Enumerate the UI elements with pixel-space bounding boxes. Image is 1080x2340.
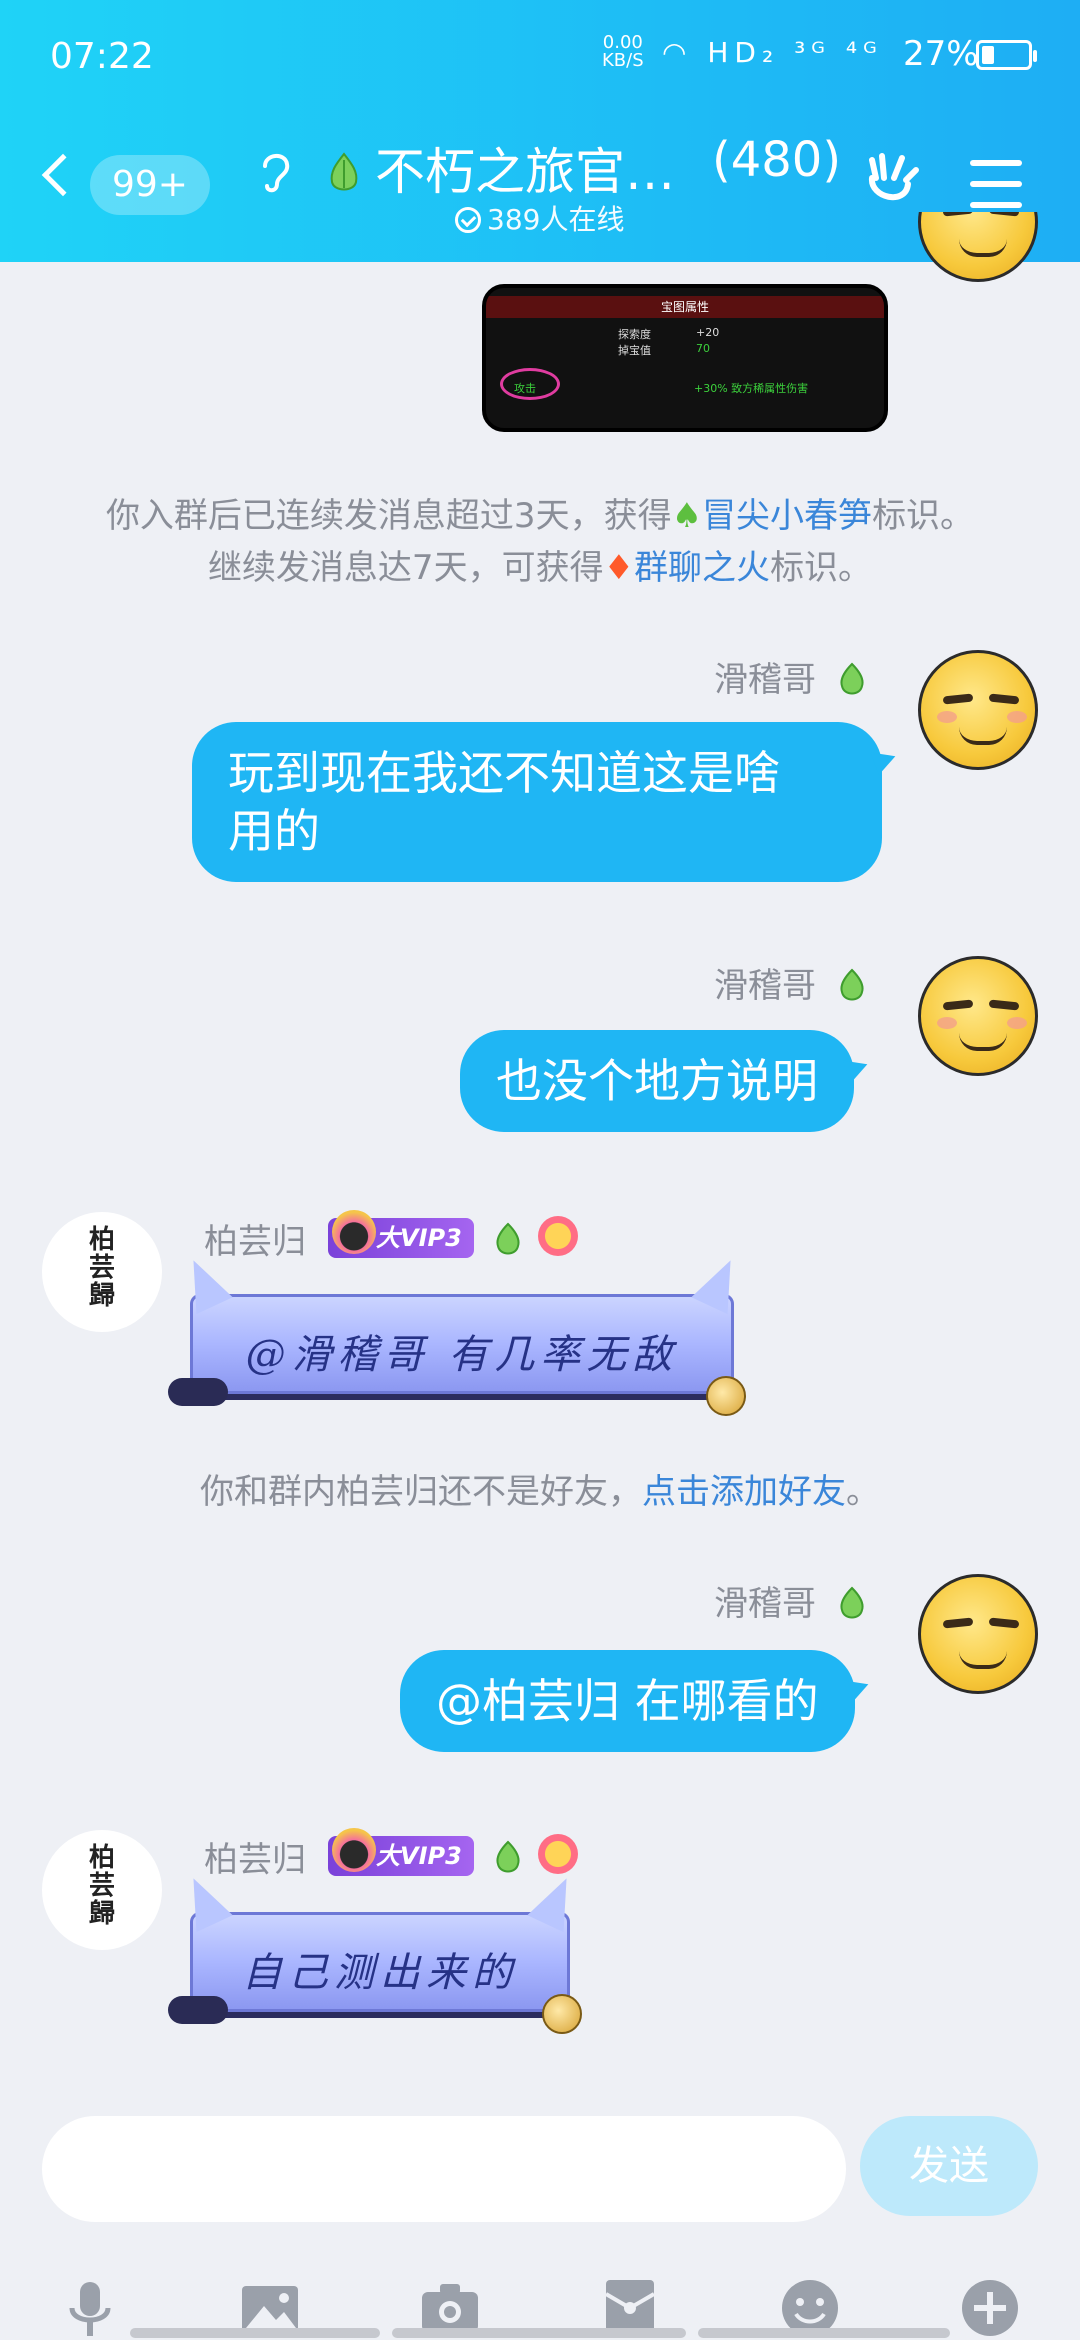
back-icon[interactable] <box>41 153 85 197</box>
image-row-value: +30% 致方稀属性伤害 <box>694 382 809 395</box>
sender-name[interactable]: 柏芸归 <box>204 1832 306 1881</box>
bell-icon <box>706 1376 746 1416</box>
nav-bar-segment <box>130 2328 380 2338</box>
online-status[interactable]: 389人在线 <box>455 198 624 238</box>
message-bubble[interactable]: @柏芸归 在哪看的 <box>400 1650 855 1752</box>
badge-link[interactable]: 群聊之火 <box>634 548 770 588</box>
nav-bar-segment <box>698 2328 950 2338</box>
sprout-icon <box>840 1586 864 1619</box>
sender-name[interactable]: 滑稽哥 <box>714 1576 816 1625</box>
image-header: 宝图属性 <box>486 296 884 318</box>
notice-text: 你入群后已连续发消息超过3天，获得 <box>105 496 672 536</box>
net-speed: 0.00 KB/S <box>602 34 644 70</box>
notice-text: 标识。 <box>770 548 873 588</box>
message-text: 用的 <box>228 804 320 858</box>
system-notice: 你和群内柏芸归还不是好友，点击添加好友。 <box>0 1466 1080 1518</box>
send-button[interactable]: 发送 <box>860 2116 1038 2216</box>
check-icon <box>455 207 481 233</box>
signal-icons: ◠ HD₂ ³ᴳ ⁴ᴳ <box>662 36 883 69</box>
message-text: 自己测出来的 <box>242 1950 518 1996</box>
notice-text: 标识。 <box>872 496 975 536</box>
avatar[interactable] <box>918 650 1038 770</box>
wifi-icon: ◠ <box>662 36 693 69</box>
sprout-icon <box>330 152 358 191</box>
vip-text: 大VIP3 <box>376 1842 462 1870</box>
notice-text: 。 <box>846 1472 880 1512</box>
image-message[interactable]: 宝图属性 探索度 +20 掉宝值 70 攻击 +30% 致方稀属性伤害 <box>482 284 888 432</box>
avatar-glyph: 柏 <box>88 1225 115 1255</box>
highlight-circle <box>500 368 560 400</box>
nav-bar-segment <box>392 2328 686 2338</box>
badge-link[interactable]: 冒尖小春笋 <box>702 496 872 536</box>
sender-name[interactable]: 柏芸归 <box>204 1214 306 1263</box>
message-bubble[interactable]: 玩到现在我还不知道这是啥 用的 <box>192 722 882 882</box>
plus-icon[interactable] <box>958 2276 1022 2340</box>
mic-icon[interactable] <box>58 2276 122 2340</box>
group-title[interactable]: 不朽之旅官… <box>375 132 675 204</box>
ear-icon[interactable] <box>255 148 295 206</box>
battery-icon <box>976 40 1037 70</box>
vip-badge: 大VIP3 <box>328 1210 474 1258</box>
notice-text: 继续发消息达7天，可获得 <box>207 548 604 588</box>
net-speed-unit: KB/S <box>602 50 644 71</box>
image-row-label: 探索度 <box>618 328 651 341</box>
message-bubble[interactable]: 自己测出来的 <box>168 1869 585 2034</box>
sender-name[interactable]: 滑稽哥 <box>714 652 816 701</box>
message-text: 玩到现在我还不知道这是啥 <box>228 746 780 800</box>
flower-icon <box>538 1216 578 1256</box>
status-bar: 07:22 0.00 KB/S ◠ HD₂ ³ᴳ ⁴ᴳ 27% <box>0 0 1080 110</box>
online-text: 389人在线 <box>487 203 625 236</box>
crown-icon <box>332 1210 376 1254</box>
message-bubble[interactable]: @滑稽哥 有几率无敌 <box>168 1251 749 1416</box>
message-bubble[interactable]: 也没个地方说明 <box>460 1030 854 1132</box>
sprout-icon <box>496 1222 520 1255</box>
input-bar: 发送 <box>0 2100 1080 2340</box>
member-count: (480) <box>712 132 842 188</box>
battery-fill <box>982 46 994 64</box>
notice-text: 你和群内柏芸归还不是好友， <box>200 1472 642 1512</box>
message-input[interactable] <box>42 2116 846 2222</box>
avatar-glyph: 歸 <box>88 1281 115 1311</box>
sprout-icon <box>840 968 864 1001</box>
bell-icon <box>542 1994 582 2034</box>
avatar-glyph: 歸 <box>88 1899 115 1929</box>
vip-badge: 大VIP3 <box>328 1828 474 1876</box>
avatar[interactable]: 柏 芸 歸 <box>42 1830 162 1950</box>
add-friend-link[interactable]: 点击添加好友 <box>642 1472 846 1512</box>
sprout-icon <box>496 1840 520 1873</box>
image-row-label: 掉宝值 <box>618 344 651 357</box>
avatar-glyph: 芸 <box>88 1871 115 1901</box>
system-notice: 你入群后已连续发消息超过3天，获得♠冒尖小春笋标识。 继续发消息达7天，可获得♦… <box>0 490 1080 594</box>
avatar[interactable] <box>918 1574 1038 1694</box>
status-time: 07:22 <box>50 36 154 77</box>
image-row-value: +20 <box>696 326 720 339</box>
avatar-glyph: 柏 <box>88 1843 115 1873</box>
sprout-icon: ♠ <box>671 496 703 536</box>
avatar-glyph: 芸 <box>88 1253 115 1283</box>
battery-percent: 27% <box>903 34 979 74</box>
sender-name[interactable]: 滑稽哥 <box>714 958 816 1007</box>
hand-icon[interactable] <box>862 148 922 208</box>
message-text: @滑稽哥 有几率无敌 <box>245 1332 679 1378</box>
sprout-icon <box>840 662 864 695</box>
vip-text: 大VIP3 <box>376 1224 462 1252</box>
unread-badge[interactable]: 99+ <box>90 155 210 215</box>
avatar[interactable]: 柏 芸 歸 <box>42 1212 162 1332</box>
image-row-value: 70 <box>696 342 710 355</box>
crown-icon <box>332 1828 376 1872</box>
ear-svg <box>263 154 290 193</box>
avatar[interactable] <box>918 956 1038 1076</box>
flower-icon <box>538 1834 578 1874</box>
signal-text: HD₂ ³ᴳ ⁴ᴳ <box>707 36 883 69</box>
fire-icon: ♦ <box>603 548 635 588</box>
